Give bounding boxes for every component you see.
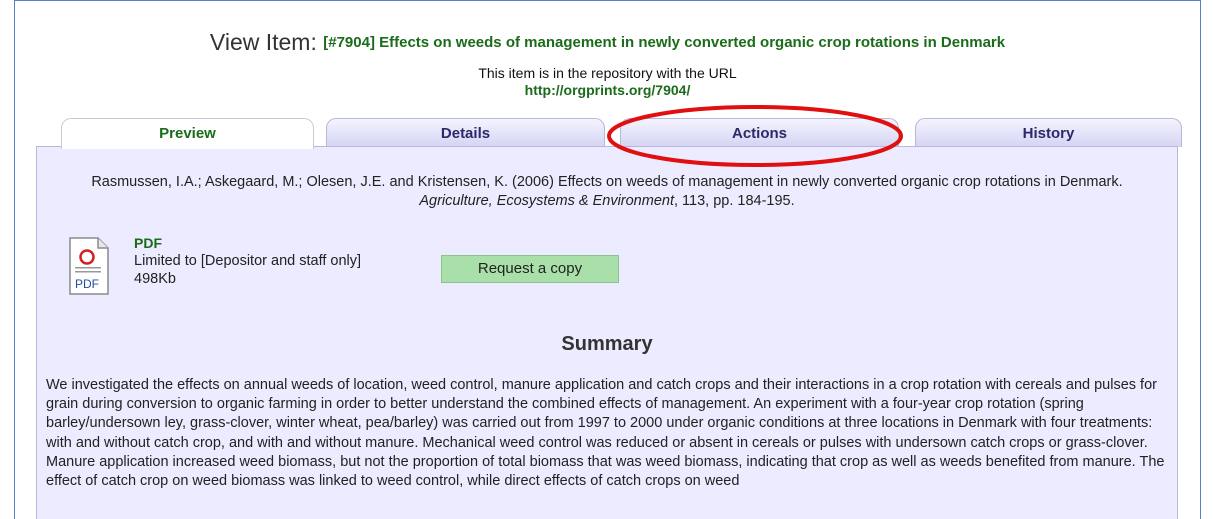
document-size: 498Kb [134, 271, 176, 287]
summary-heading: Summary [561, 333, 653, 355]
item-title: [#7904] Effects on weeds of management i… [323, 34, 1006, 51]
svg-text:PDF: PDF [75, 277, 99, 291]
citation-text: Rasmussen, I.A.; Askegaard, M.; Olesen, … [91, 174, 1123, 190]
citation-journal: Agriculture, Ecosystems & Environment [419, 193, 674, 209]
summary-text: We investigated the effects on annual we… [46, 377, 1165, 490]
tab-actions[interactable]: Actions [620, 118, 899, 147]
citation-tail: , 113, pp. 184-195. [673, 193, 795, 209]
url-note: This item is in the repository with the … [478, 65, 737, 81]
tab-preview[interactable]: Preview [61, 118, 314, 149]
item-url-link[interactable]: http://orgprints.org/7904/ [15, 82, 1200, 98]
view-item-label: View Item: [209, 29, 324, 55]
preview-panel: Rasmussen, I.A.; Askegaard, M.; Olesen, … [36, 146, 1178, 519]
tab-history[interactable]: History [915, 118, 1182, 147]
page-title: View Item: [#7904] Effects on weeds of m… [15, 29, 1200, 56]
document-type[interactable]: PDF [134, 235, 162, 251]
pdf-file-icon[interactable]: PDF [69, 237, 109, 295]
document-access: Limited to [Depositor and staff only] [134, 253, 362, 269]
tab-details[interactable]: Details [326, 118, 605, 147]
citation: Rasmussen, I.A.; Askegaard, M.; Olesen, … [57, 173, 1157, 211]
request-copy-button[interactable]: Request a copy [441, 255, 619, 283]
